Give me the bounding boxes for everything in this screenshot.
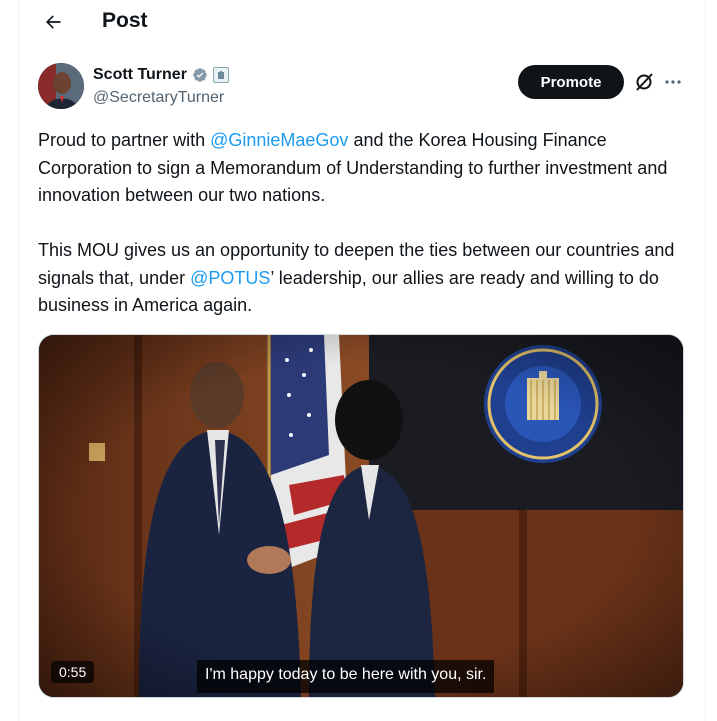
video-frame bbox=[39, 335, 683, 697]
page-title: Post bbox=[102, 9, 148, 32]
avatar[interactable] bbox=[38, 63, 84, 109]
post-paragraph-2: This MOU gives us an opportunity to deep… bbox=[38, 237, 678, 320]
video-duration-badge: 0:55 bbox=[51, 661, 95, 683]
arrow-left-icon bbox=[46, 15, 61, 29]
promote-button[interactable]: Promote bbox=[518, 65, 624, 99]
back-button[interactable] bbox=[38, 7, 68, 37]
text-run: Proud to partner with bbox=[38, 130, 211, 150]
author-name[interactable]: Scott Turner bbox=[93, 65, 229, 85]
video-player[interactable]: 0:55 I'm happy today to be here with you… bbox=[38, 334, 684, 698]
post-header: Post bbox=[18, 0, 704, 44]
affiliation-seal-icon[interactable] bbox=[212, 67, 229, 83]
post-paragraph-1: Proud to partner with @GinnieMaeGov and … bbox=[38, 127, 678, 210]
verified-badge-icon[interactable] bbox=[192, 67, 208, 83]
author-name-text: Scott Turner bbox=[93, 66, 187, 83]
video-caption: I'm happy today to be here with you, sir… bbox=[197, 660, 495, 693]
mention-ginniemaegov-link[interactable]: @GinnieMaeGov bbox=[210, 130, 348, 150]
mention-potus-link[interactable]: @POTUS bbox=[190, 268, 270, 288]
more-options-icon[interactable] bbox=[661, 70, 685, 94]
author-handle[interactable]: @SecretaryTurner bbox=[93, 88, 224, 108]
post-text: Proud to partner with @GinnieMaeGov and … bbox=[38, 127, 678, 320]
grok-icon[interactable] bbox=[633, 71, 655, 93]
